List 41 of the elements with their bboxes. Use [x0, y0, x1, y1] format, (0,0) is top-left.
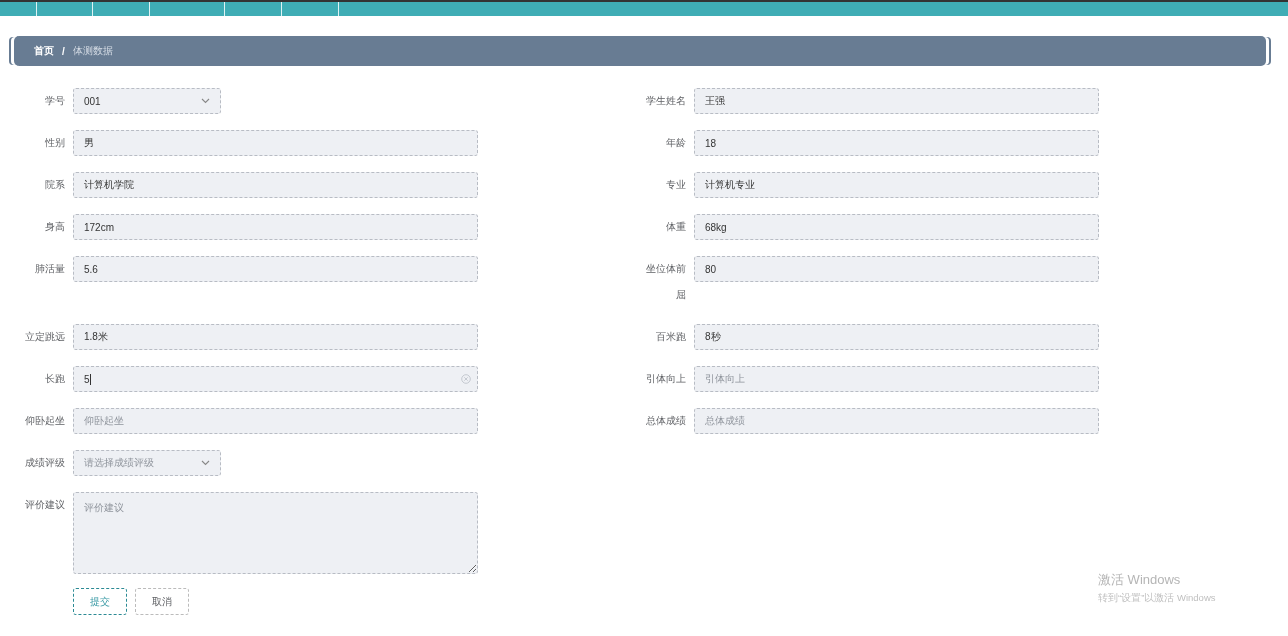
input-field[interactable]: 计算机学院: [73, 172, 478, 198]
field-label: 立定跳远: [24, 330, 66, 344]
clear-icon: [461, 374, 471, 384]
field-label: 肺活量: [34, 262, 66, 276]
field-label: 院系: [44, 178, 66, 192]
input-field[interactable]: 172cm: [73, 214, 478, 240]
input-field[interactable]: 王强: [694, 88, 1099, 114]
breadcrumb-home-link[interactable]: 首页: [34, 44, 54, 58]
text-area[interactable]: 评价建议: [73, 492, 478, 574]
input-field[interactable]: 1.8米: [73, 324, 478, 350]
field-label: 仰卧起坐: [24, 414, 66, 428]
input-field[interactable]: 18: [694, 130, 1099, 156]
field-label: 年龄: [665, 136, 687, 150]
chevron-down-icon: [201, 98, 210, 104]
field-label: 引体向上: [645, 372, 687, 386]
field-label: 长跑: [44, 372, 66, 386]
input-field[interactable]: 80: [694, 256, 1099, 282]
field-label: 百米跑: [655, 330, 687, 344]
field-label: 评价建议: [24, 498, 66, 512]
field-label: 学生姓名: [645, 94, 687, 108]
cancel-button[interactable]: 取消: [135, 588, 189, 615]
select-field[interactable]: 001: [73, 88, 221, 114]
input-field[interactable]: 计算机专业: [694, 172, 1099, 198]
field-label: 学号: [44, 94, 66, 108]
field-label: 成绩评级: [24, 456, 66, 470]
input-field[interactable]: 8秒: [694, 324, 1099, 350]
field-label: 总体成绩: [645, 414, 687, 428]
input-field[interactable]: 5.6: [73, 256, 478, 282]
submit-button[interactable]: 提交: [73, 588, 127, 615]
field-label: 专业: [665, 178, 687, 192]
breadcrumb-separator: /: [62, 45, 65, 57]
field-label: 坐位体前屈: [645, 262, 687, 302]
field-label: 体重: [665, 220, 687, 234]
breadcrumb-current: 体测数据: [72, 44, 113, 58]
chevron-down-icon: [201, 460, 210, 466]
input-field[interactable]: 5: [73, 366, 478, 392]
activation-title: 激活 Windows: [1098, 571, 1182, 589]
input-field[interactable]: 68kg: [694, 214, 1099, 240]
field-label: 性别: [44, 136, 66, 150]
field-label: 身高: [44, 220, 66, 234]
input-field[interactable]: 男: [73, 130, 478, 156]
